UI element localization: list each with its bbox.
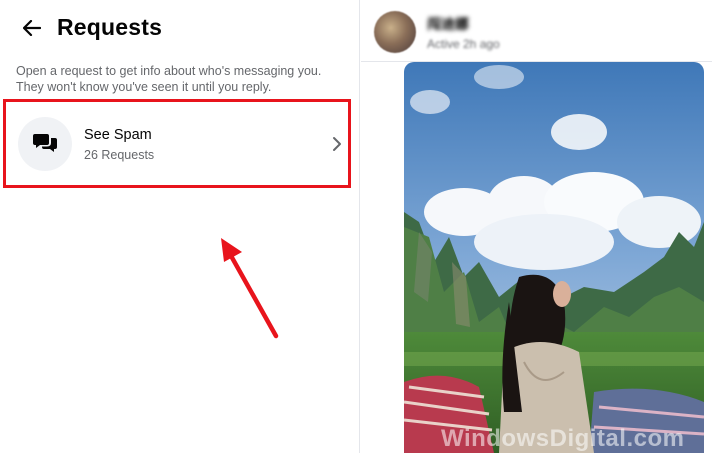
back-button[interactable] xyxy=(16,12,48,44)
request-title: See Spam xyxy=(84,127,152,143)
requests-description: Open a request to get info about who's m… xyxy=(16,64,322,94)
arrow-left-icon xyxy=(23,20,41,36)
page-title: Requests xyxy=(57,14,163,40)
request-count: 26 Requests xyxy=(84,148,155,162)
requests-panel: Requests Open a request to get info abou… xyxy=(0,0,360,453)
see-spam-item[interactable]: See Spam 26 Requests xyxy=(8,104,348,184)
chat-panel: 闯迪娜 Active 2h ago WindowsDigital.com xyxy=(361,0,712,453)
landscape-image xyxy=(404,62,704,453)
requests-header: Requests xyxy=(0,0,360,56)
chat-bubbles-icon xyxy=(33,134,57,152)
chat-header: 闯迪娜 Active 2h ago xyxy=(361,0,712,62)
pointer-arrow xyxy=(221,238,279,339)
contact-name[interactable]: 闯迪娜 xyxy=(427,14,469,34)
watermark: WindowsDigital.com xyxy=(441,425,685,452)
shared-photo[interactable] xyxy=(404,62,704,453)
contact-status: Active 2h ago xyxy=(427,37,500,51)
chevron-right-icon xyxy=(333,137,341,151)
avatar[interactable] xyxy=(374,11,416,53)
request-avatar xyxy=(18,117,72,171)
